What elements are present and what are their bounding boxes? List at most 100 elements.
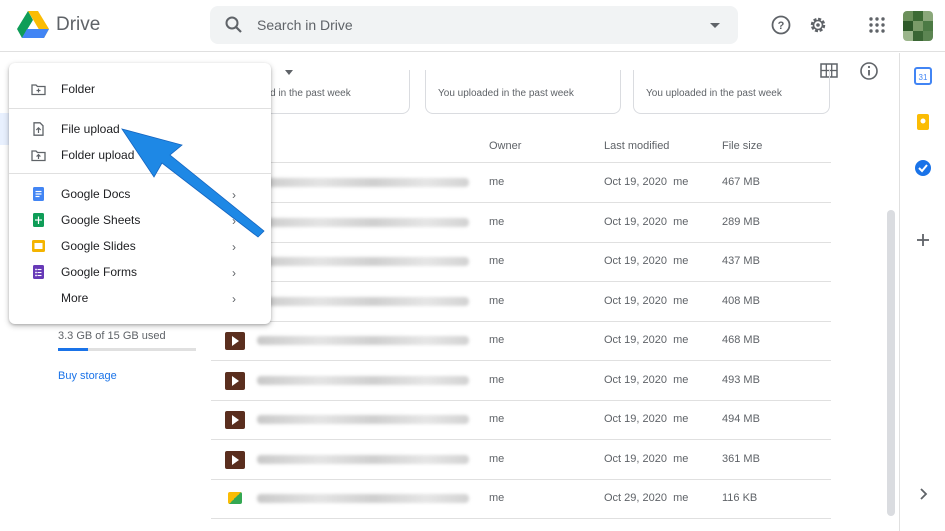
file-modified-date: Oct 29, 2020 — [604, 492, 667, 504]
suggested-card[interactable]: You uploaded in the past week — [425, 70, 621, 114]
file-modified-date: Oct 19, 2020 — [604, 334, 667, 346]
file-name-blurred[interactable] — [257, 178, 469, 187]
side-panel: 31 — [899, 53, 945, 531]
file-owner: me — [489, 452, 505, 465]
column-header-owner[interactable]: Owner — [489, 140, 521, 152]
slides-icon — [32, 240, 45, 252]
file-upload-icon — [33, 122, 44, 136]
file-owner: me — [489, 215, 505, 228]
file-row[interactable]: me Oct 19, 2020 me 493 MB — [211, 361, 831, 401]
file-name-blurred[interactable] — [257, 336, 469, 345]
file-name-blurred[interactable] — [257, 296, 469, 306]
file-size: 493 MB — [722, 373, 760, 386]
file-name-blurred[interactable] — [257, 257, 469, 266]
file-size: 116 KB — [722, 492, 758, 504]
apps-grid-icon[interactable] — [866, 14, 888, 36]
menu-item-label: File upload — [61, 122, 120, 136]
file-modified-date: Oct 19, 2020 — [604, 176, 667, 188]
settings-gear-icon[interactable] — [807, 14, 829, 36]
file-modified-by: me — [673, 294, 689, 307]
file-modified-by: me — [673, 255, 689, 267]
forms-icon — [33, 265, 44, 279]
svg-text:31: 31 — [919, 73, 928, 82]
app-title[interactable]: Drive — [56, 14, 100, 36]
file-owner: me — [489, 373, 505, 386]
chevron-right-icon: › — [232, 292, 236, 306]
video-thumbnail-icon — [225, 332, 245, 350]
file-last-modified: Oct 19, 2020 me — [604, 453, 688, 465]
file-modified-by: me — [673, 176, 689, 188]
menu-item-label: Google Slides — [61, 239, 136, 253]
file-row[interactable]: me Oct 19, 2020 me 361 MB — [211, 440, 831, 480]
suggested-card-text: You uploaded in the past week — [646, 88, 782, 99]
file-modified-by: me — [673, 413, 689, 425]
drive-logo-icon[interactable] — [17, 11, 49, 39]
file-row[interactable]: me Oct 19, 2020 me 467 MB — [211, 163, 831, 203]
storage-usage-text: 3.3 GB of 15 GB used — [58, 330, 166, 342]
menu-divider — [9, 108, 271, 109]
expand-panel-chevron-icon[interactable] — [914, 485, 932, 503]
info-icon[interactable] — [859, 61, 879, 81]
file-last-modified: Oct 19, 2020 me — [604, 334, 688, 346]
menu-item-google-forms[interactable]: Google Forms › — [9, 259, 271, 285]
file-owner: me — [489, 294, 505, 307]
file-modified-by: me — [673, 492, 689, 504]
file-modified-by: me — [673, 452, 689, 465]
column-header-file-size[interactable]: File size — [722, 140, 762, 152]
calendar-icon[interactable]: 31 — [914, 67, 932, 85]
file-name-blurred[interactable] — [257, 375, 469, 385]
file-size: 467 MB — [722, 176, 760, 188]
file-modified-date: Oct 19, 2020 — [604, 452, 667, 465]
video-thumbnail-icon — [225, 411, 245, 429]
search-options-icon[interactable] — [710, 23, 720, 28]
tasks-icon[interactable] — [914, 159, 932, 177]
file-name-blurred[interactable] — [257, 415, 469, 424]
file-modified-by: me — [673, 334, 689, 346]
video-thumbnail-icon — [225, 371, 245, 390]
column-header-last-modified[interactable]: Last modified — [604, 140, 669, 152]
menu-item-folder[interactable]: Folder — [9, 76, 271, 102]
file-size: 468 MB — [722, 334, 760, 346]
file-last-modified: Oct 19, 2020 me — [604, 216, 688, 228]
file-row[interactable]: me Oct 29, 2020 me 116 KB — [211, 479, 831, 519]
file-name-blurred[interactable] — [257, 494, 469, 503]
account-avatar[interactable] — [903, 11, 933, 41]
suggested-card[interactable]: You uploaded in the past week — [633, 70, 830, 114]
file-last-modified: Oct 29, 2020 me — [604, 492, 688, 504]
new-folder-icon — [31, 84, 46, 96]
file-modified-by: me — [673, 373, 689, 386]
file-last-modified: Oct 19, 2020 me — [604, 295, 688, 307]
add-addon-icon[interactable] — [914, 231, 932, 249]
file-row[interactable]: me Oct 19, 2020 me 494 MB — [211, 400, 831, 440]
sheets-icon — [33, 213, 44, 227]
buy-storage-link[interactable]: Buy storage — [58, 370, 117, 382]
search-bar[interactable]: Search in Drive — [210, 6, 738, 44]
video-thumbnail-icon — [225, 450, 245, 469]
search-icon[interactable] — [224, 15, 244, 35]
file-row[interactable]: me Oct 19, 2020 me 437 MB — [211, 242, 831, 282]
file-size: 289 MB — [722, 215, 760, 228]
help-icon[interactable]: ? — [770, 14, 792, 36]
menu-item-label: Folder — [61, 82, 96, 96]
docs-icon — [33, 187, 44, 201]
file-row[interactable]: me Oct 19, 2020 me 468 MB — [211, 321, 831, 361]
file-modified-by: me — [673, 215, 689, 228]
file-modified-date: Oct 19, 2020 — [604, 373, 667, 386]
keep-icon[interactable] — [914, 113, 932, 131]
svg-text:?: ? — [778, 20, 785, 32]
file-last-modified: Oct 19, 2020 me — [604, 255, 688, 267]
file-modified-date: Oct 19, 2020 — [604, 294, 667, 307]
suggested-card-text: You uploaded in the past week — [438, 88, 574, 99]
file-size: 437 MB — [722, 255, 760, 267]
file-row[interactable]: me Oct 19, 2020 me 408 MB — [211, 282, 831, 322]
file-name-blurred[interactable] — [257, 454, 469, 464]
file-owner: me — [489, 413, 505, 425]
file-modified-date: Oct 19, 2020 — [604, 255, 667, 267]
top-bar: Drive Search in Drive ? — [0, 0, 945, 52]
file-owner: me — [489, 492, 505, 504]
file-row[interactable]: me Oct 19, 2020 me 289 MB — [211, 203, 831, 243]
menu-item-more[interactable]: More › — [9, 285, 271, 311]
scrollbar[interactable] — [887, 210, 895, 516]
file-name-blurred[interactable] — [257, 217, 469, 227]
search-input[interactable]: Search in Drive — [257, 17, 353, 33]
